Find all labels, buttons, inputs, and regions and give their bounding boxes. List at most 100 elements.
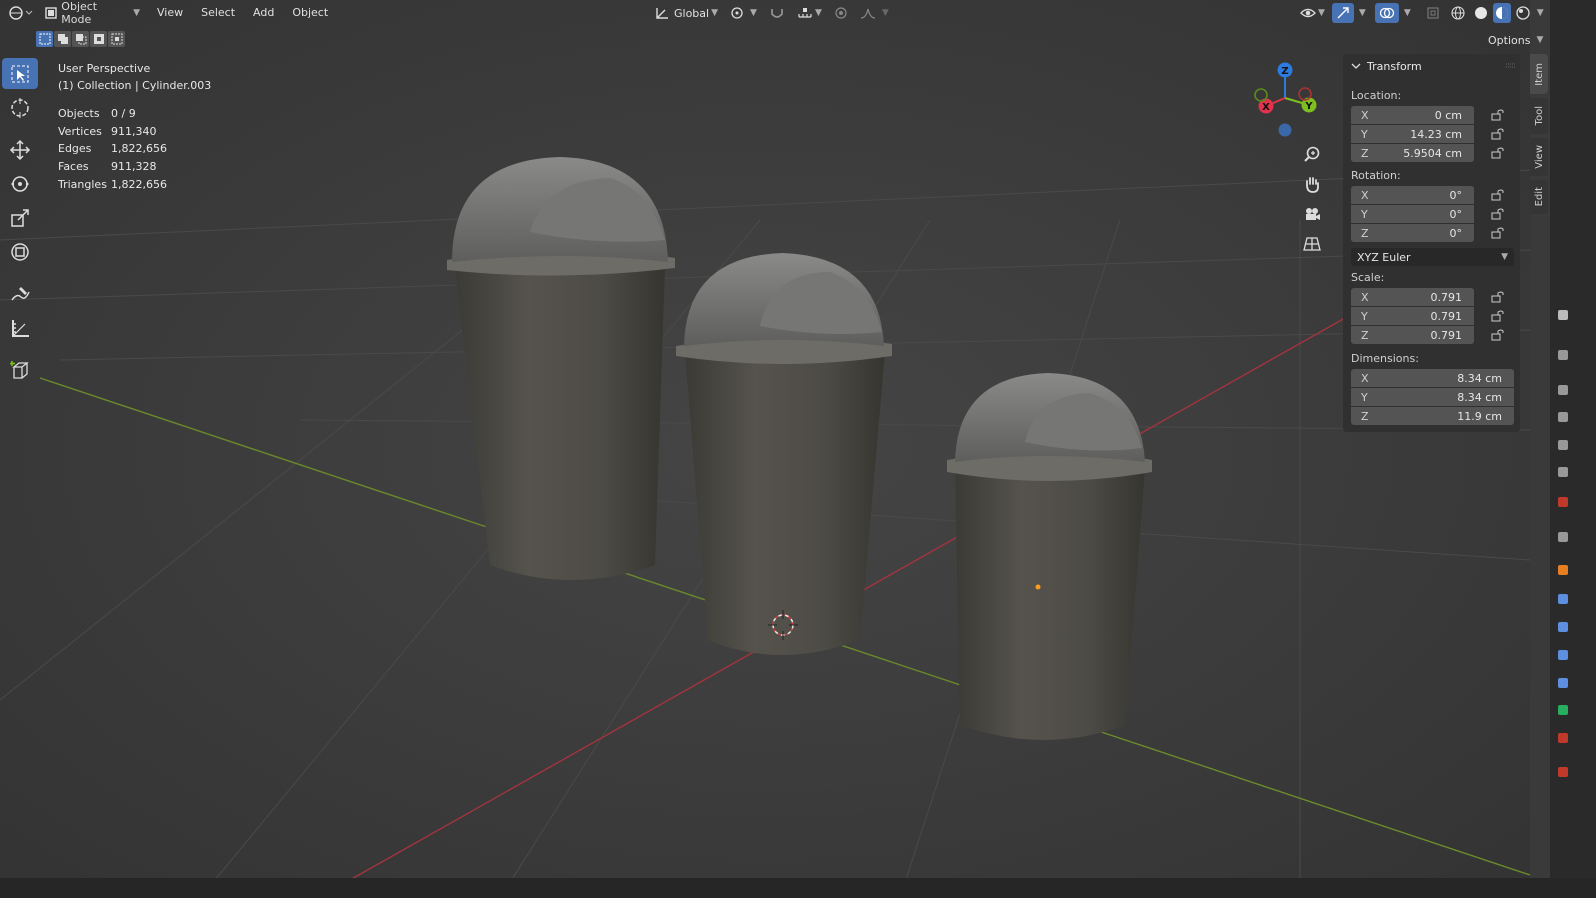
world-properties-icon[interactable] [1558, 467, 1568, 477]
rotation-y-field[interactable]: Y 0° [1351, 205, 1474, 223]
pan-button[interactable] [1299, 171, 1325, 197]
shading-rendered[interactable] [1514, 3, 1532, 23]
xray-toggle[interactable] [1422, 3, 1444, 23]
lock-icon[interactable] [1490, 309, 1506, 323]
location-x-field[interactable]: X 0 cm [1351, 106, 1474, 124]
perspective-toggle-button[interactable] [1299, 231, 1325, 257]
tab-view[interactable]: View [1530, 138, 1548, 176]
output-properties-icon[interactable] [1558, 385, 1568, 395]
tool-properties-icon[interactable] [1558, 310, 1568, 320]
falloff-dropdown[interactable]: ▼ [856, 3, 893, 23]
select-extend-button[interactable] [54, 31, 71, 47]
object-properties-icon[interactable] [1558, 565, 1568, 575]
camera-view-button[interactable] [1299, 201, 1325, 227]
tab-tool[interactable]: Tool [1530, 98, 1548, 134]
material-properties-icon[interactable] [1558, 733, 1568, 743]
stat-row-objects: Objects 0 / 9 [58, 105, 167, 123]
transform-panel-header[interactable]: Transform [1343, 57, 1520, 75]
mode-dropdown[interactable]: Object Mode ▼ [40, 0, 144, 26]
zoom-button[interactable] [1299, 141, 1325, 167]
select-subtract-button[interactable] [72, 31, 89, 47]
transform-tool[interactable] [2, 236, 38, 267]
constraints-properties-icon[interactable] [1558, 678, 1568, 688]
data-properties-icon[interactable] [1558, 705, 1568, 715]
visibility-dropdown[interactable]: ▼ [1296, 3, 1329, 23]
menu-add[interactable]: Add [244, 3, 283, 23]
chevron-down-icon: ▼ [750, 8, 757, 18]
overlays-toggle[interactable] [1374, 3, 1399, 23]
dimension-z-field[interactable]: Z 11.9 cm [1351, 407, 1514, 425]
drag-handle-icon[interactable] [1505, 61, 1517, 71]
lock-icon[interactable] [1490, 226, 1506, 240]
add-cube-tool[interactable] [2, 354, 38, 385]
lock-icon[interactable] [1490, 290, 1506, 304]
editor-type-button[interactable] [4, 3, 38, 23]
shading-wireframe[interactable] [1447, 3, 1469, 23]
lock-icon[interactable] [1490, 328, 1506, 342]
lock-icon[interactable] [1490, 127, 1506, 141]
transform-title: Transform [1367, 59, 1422, 73]
lock-icon[interactable] [1490, 146, 1506, 160]
rotate-tool[interactable] [2, 168, 38, 199]
menu-select[interactable]: Select [192, 3, 244, 23]
cursor-tool[interactable] [2, 92, 38, 123]
physics-properties-icon[interactable] [1558, 650, 1568, 660]
rotation-z-field[interactable]: Z 0° [1351, 224, 1474, 242]
magnet-icon [771, 9, 783, 18]
lock-icon[interactable] [1490, 207, 1506, 221]
shading-material[interactable] [1492, 3, 1511, 23]
navigation-gizmo[interactable]: Z Y X [1245, 58, 1325, 142]
pivot-dropdown[interactable]: ▼ [726, 3, 761, 23]
modifier-properties-icon[interactable] [1558, 594, 1568, 604]
move-tool[interactable] [2, 134, 38, 165]
gizmo-neg-x[interactable] [1298, 87, 1312, 101]
trash-bin-middle[interactable] [676, 253, 892, 655]
select-intersect-button[interactable] [108, 31, 125, 47]
select-invert-button[interactable] [90, 31, 107, 47]
render-properties-icon[interactable] [1558, 350, 1568, 360]
dimension-x-field[interactable]: X 8.34 cm [1351, 369, 1514, 387]
gizmo-neg-y[interactable] [1254, 88, 1268, 102]
chevron-down-icon[interactable]: ▼ [1359, 8, 1366, 18]
annotate-tool[interactable] [2, 278, 38, 309]
rotation-x-field[interactable]: X 0° [1351, 186, 1474, 204]
view-layer-properties-icon[interactable] [1558, 412, 1568, 422]
measure-tool[interactable] [2, 312, 38, 343]
gizmo-toggle[interactable] [1331, 3, 1354, 23]
options-dropdown[interactable]: Options ▼ [1482, 31, 1549, 49]
chevron-down-icon [1351, 63, 1361, 69]
chevron-down-icon[interactable]: ▼ [1537, 8, 1544, 18]
gizmo-neg-z[interactable] [1278, 123, 1292, 137]
lock-icon[interactable] [1490, 108, 1506, 122]
scale-x-field[interactable]: X 0.791 [1351, 288, 1474, 306]
tab-item[interactable]: Item [1530, 54, 1548, 94]
menu-view[interactable]: View [148, 3, 192, 23]
location-y-field[interactable]: Y 14.23 cm [1351, 125, 1474, 143]
trash-bin-right[interactable] [947, 373, 1152, 740]
select-box-tool[interactable] [2, 58, 38, 89]
particles-properties-icon[interactable] [1558, 622, 1568, 632]
select-box-icon [11, 65, 29, 82]
snap-toggle[interactable] [765, 3, 789, 23]
chevron-down-icon[interactable]: ▼ [1404, 8, 1411, 18]
snap-target-dropdown[interactable]: ▼ [793, 3, 826, 23]
orientation-dropdown[interactable]: Global ▼ [650, 3, 722, 23]
axis-label: Z [1361, 146, 1369, 160]
proportional-edit-toggle[interactable] [830, 3, 852, 23]
field-value: 8.34 cm [1457, 390, 1502, 404]
location-z-field[interactable]: Z 5.9504 cm [1351, 144, 1474, 162]
scale-z-field[interactable]: Z 0.791 [1351, 326, 1474, 344]
texture-properties-icon[interactable] [1558, 532, 1568, 542]
collection-properties-icon[interactable] [1558, 497, 1568, 507]
shading-solid[interactable] [1472, 3, 1490, 23]
scale-y-field[interactable]: Y 0.791 [1351, 307, 1474, 325]
scene-properties-icon[interactable] [1558, 440, 1568, 450]
select-new-button[interactable] [36, 31, 53, 47]
menu-object[interactable]: Object [283, 3, 337, 23]
texture-checker-icon[interactable] [1558, 767, 1568, 777]
tab-edit[interactable]: Edit [1530, 180, 1548, 214]
rotation-mode-dropdown[interactable]: XYZ Euler ▼ [1351, 248, 1514, 266]
scale-tool[interactable] [2, 202, 38, 233]
lock-icon[interactable] [1490, 188, 1506, 202]
dimension-y-field[interactable]: Y 8.34 cm [1351, 388, 1514, 406]
